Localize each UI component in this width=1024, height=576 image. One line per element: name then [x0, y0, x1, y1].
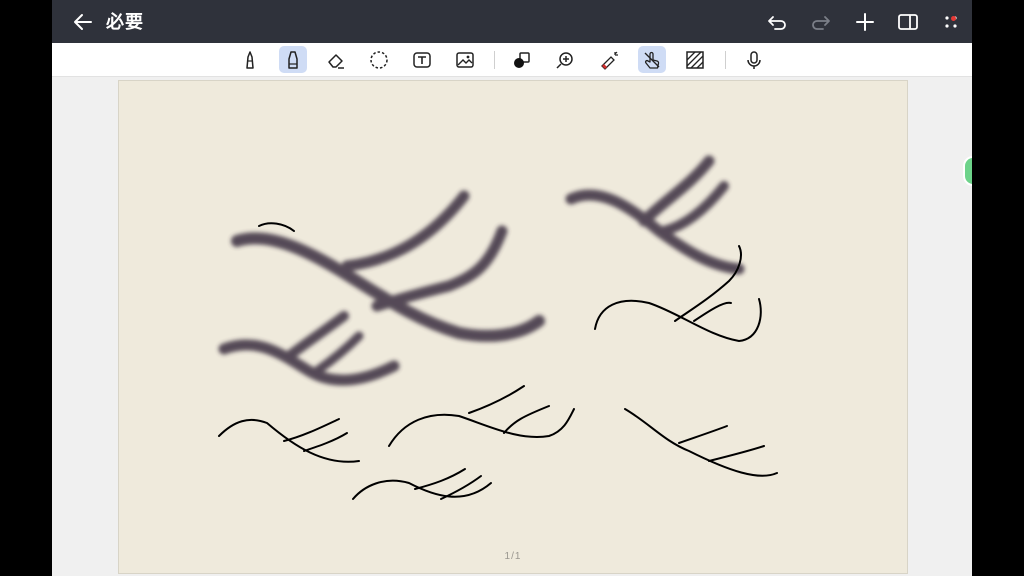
panel-icon [898, 14, 918, 30]
ink-drawing [218, 155, 778, 500]
touch-draw-toggle[interactable] [638, 46, 666, 73]
back-button[interactable] [70, 9, 96, 35]
highlighter-tool[interactable] [279, 46, 307, 73]
toolbar-divider [725, 51, 726, 69]
microphone-icon [747, 50, 761, 69]
laser-pointer-icon [601, 51, 618, 70]
sidebar-toggle-button[interactable] [895, 9, 921, 35]
microphone-tool[interactable] [740, 46, 768, 73]
arrow-left-icon [74, 14, 92, 30]
text-box-icon [413, 51, 431, 68]
eraser-icon [328, 53, 344, 69]
toolbar-divider [494, 51, 495, 69]
plus-icon [856, 13, 874, 31]
highlighter-icon [288, 50, 298, 69]
touch-draw-icon [644, 51, 660, 69]
lasso-tool[interactable] [365, 46, 393, 73]
app-window: 必要 1/1 [52, 0, 972, 576]
pen-icon [246, 50, 254, 69]
lasso-icon [370, 50, 388, 69]
undo-icon [768, 16, 786, 30]
notification-dot [951, 16, 956, 21]
highlighter-strokes [218, 155, 745, 386]
image-tool[interactable] [451, 46, 479, 73]
zoom-tool[interactable] [551, 46, 579, 73]
drawing-toolbar [52, 43, 972, 77]
document-title[interactable]: 必要 [106, 11, 144, 33]
redo-button[interactable] [808, 9, 834, 35]
add-page-button[interactable] [852, 9, 878, 35]
text-tool[interactable] [408, 46, 436, 73]
title-bar: 必要 [52, 0, 972, 43]
note-canvas[interactable]: 1/1 [118, 80, 908, 574]
pattern-icon [686, 50, 704, 69]
shape-tool[interactable] [508, 46, 536, 73]
redo-icon [812, 16, 830, 30]
undo-button[interactable] [764, 9, 790, 35]
more-dots-icon [945, 16, 957, 28]
page-indicator: 1/1 [504, 551, 522, 562]
pen-tool[interactable] [236, 46, 264, 73]
side-panel-handle[interactable] [963, 156, 972, 186]
more-menu-button[interactable] [938, 9, 964, 35]
zoom-icon [556, 51, 573, 69]
pattern-tool[interactable] [681, 46, 709, 73]
laser-pointer-tool[interactable] [595, 46, 623, 73]
shape-icon [514, 51, 530, 68]
image-icon [456, 51, 474, 68]
eraser-tool[interactable] [322, 46, 350, 73]
